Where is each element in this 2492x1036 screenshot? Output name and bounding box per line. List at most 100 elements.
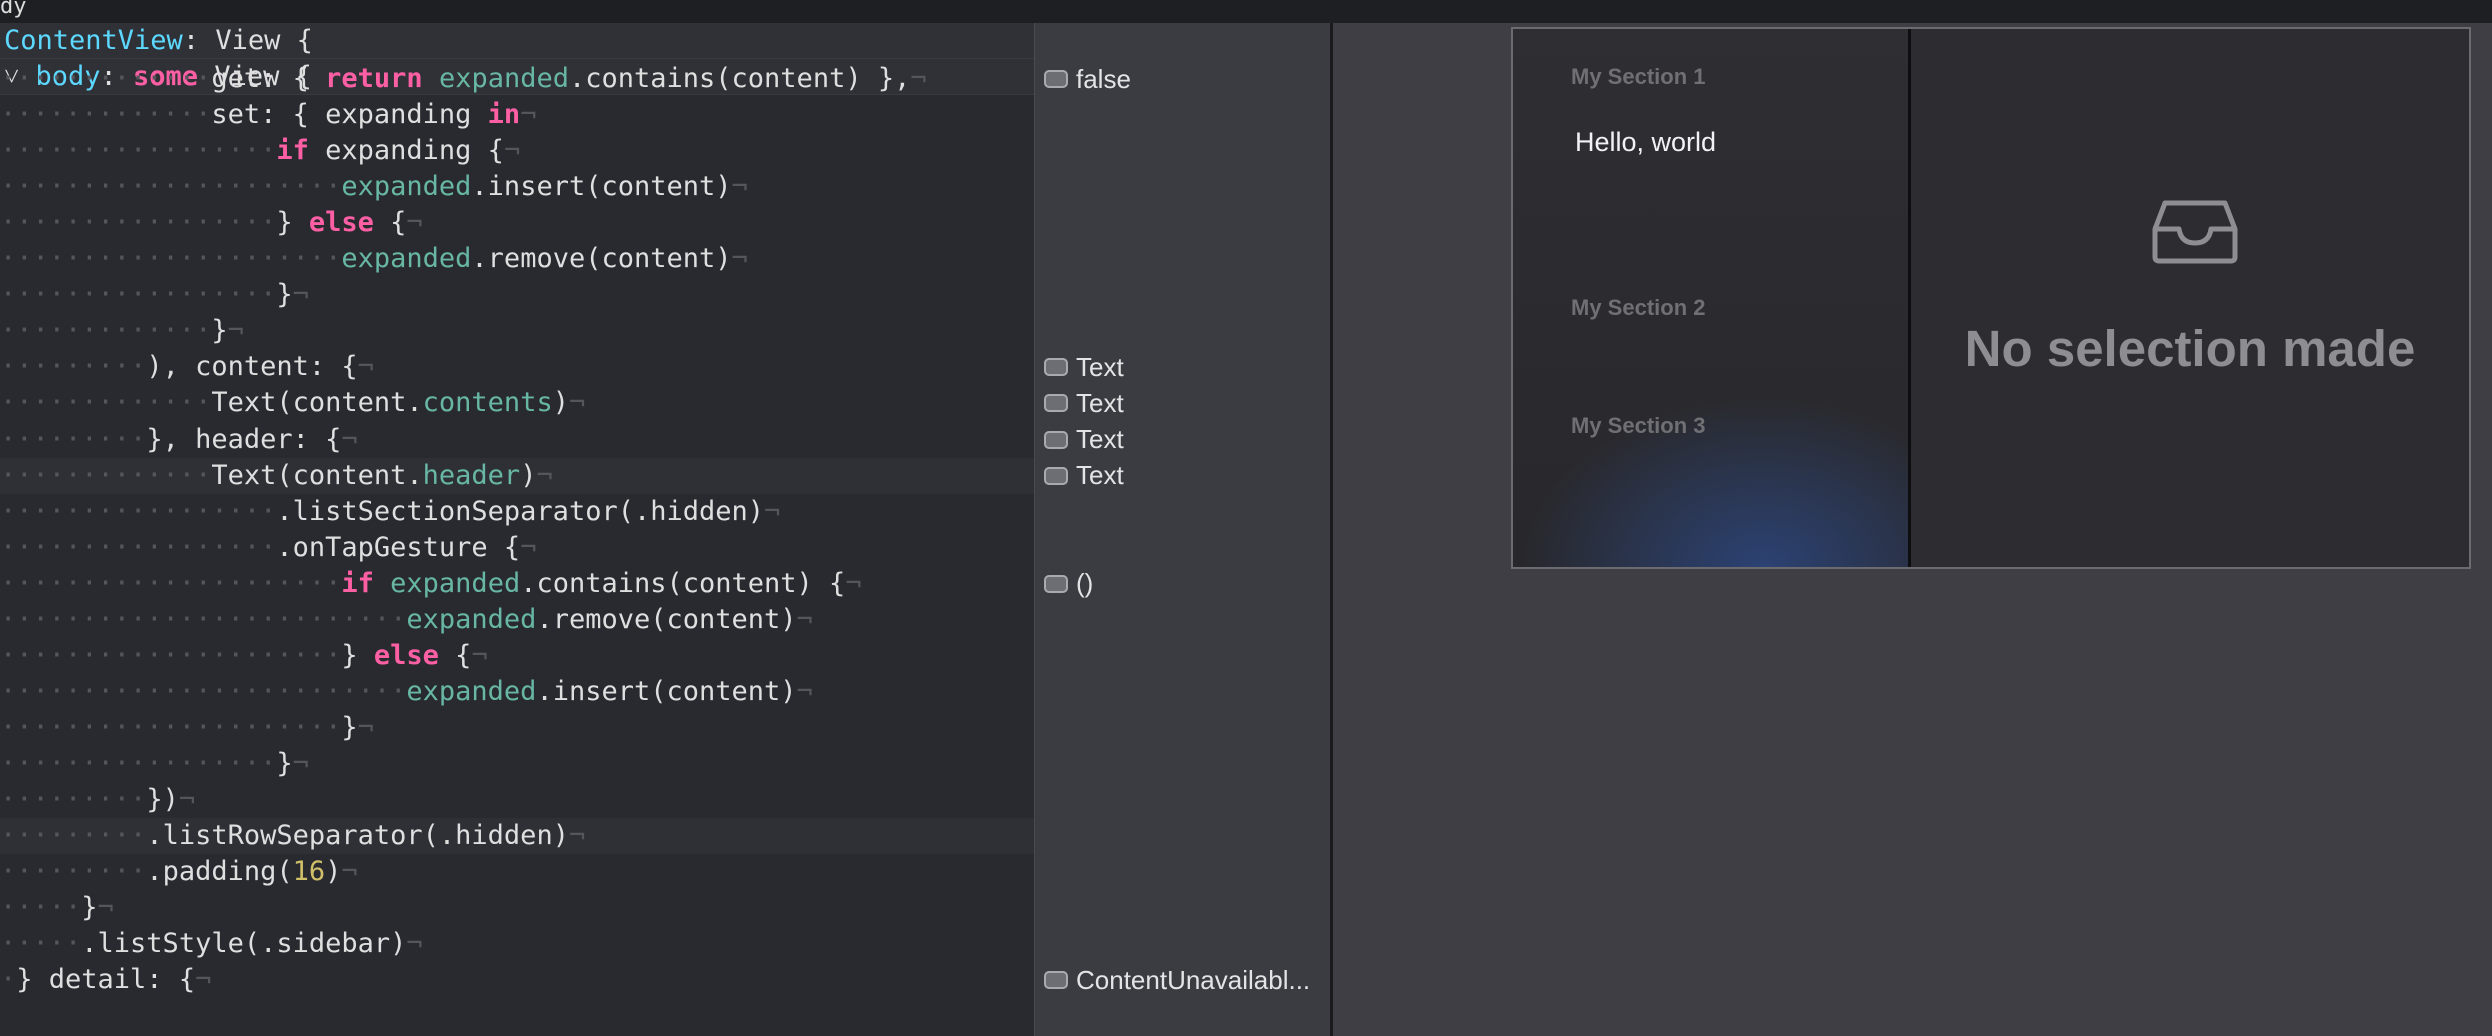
section-header-1[interactable]: My Section 1 [1571, 64, 1705, 90]
code-line[interactable]: ·························expanded.insert… [0, 674, 1034, 710]
result-label: Text [1076, 387, 1124, 418]
code-token: .listStyle(.sidebar) [81, 928, 407, 960]
code-token: } [211, 315, 228, 347]
result-toggle-icon[interactable] [1044, 466, 1068, 485]
code-line[interactable]: ·····················if expanded.contain… [0, 566, 1034, 602]
code-token: ¬ [845, 567, 862, 599]
code-line[interactable]: ·····················} else {¬ [0, 638, 1034, 674]
code-token: .insert(content) [471, 171, 732, 203]
code-line-text: ·····.listStyle(.sidebar)¬ [0, 927, 423, 961]
result-entry[interactable]: false [1044, 61, 1131, 97]
code-token: ¬ [503, 135, 521, 167]
code-line-text: ·········})¬ [0, 783, 195, 817]
code-line[interactable]: ·····}¬ [0, 890, 1034, 926]
code-line[interactable]: ·········.listRowSeparator(.hidden)¬ [0, 818, 1034, 855]
code-line[interactable]: ·············}¬ [0, 313, 1034, 349]
result-entry[interactable]: () [1044, 566, 1093, 602]
section-header-3[interactable]: My Section 3 [1571, 413, 1705, 439]
code-line[interactable]: ·············Text(content.contents)¬ [0, 385, 1034, 421]
code-line[interactable]: ·····.listStyle(.sidebar)¬ [0, 926, 1034, 962]
code-token: ¬ [568, 820, 586, 852]
result-entry[interactable]: Text [1044, 422, 1124, 458]
code-line-text: ·············get: { return expanded.cont… [0, 62, 927, 96]
code-line-text: ·················.listSectionSeparator(.… [0, 495, 780, 529]
code-token: expanded [390, 567, 521, 599]
code-line[interactable]: ·········.padding(16)¬ [0, 854, 1034, 890]
code-token: ········· [0, 856, 147, 888]
code-line[interactable]: ·················} else {¬ [0, 205, 1034, 241]
code-token: header [422, 459, 521, 491]
code-line[interactable]: ·························expanded.remove… [0, 602, 1034, 638]
result-toggle-icon[interactable] [1044, 358, 1068, 377]
code-token: expanded [341, 243, 472, 275]
code-line-text: ·····················expanded.insert(con… [0, 170, 748, 204]
preview-detail: No selection made [1911, 29, 2469, 567]
result-entry[interactable]: Text [1044, 458, 1124, 494]
code-token: · [0, 964, 17, 996]
result-toggle-icon[interactable] [1044, 70, 1068, 88]
code-token: .insert(content) [536, 675, 797, 707]
code-token: .remove(content) [471, 243, 732, 275]
code-token: ····················· [0, 171, 342, 203]
code-line[interactable]: ·············set: { expanding in¬ [0, 97, 1034, 133]
code-token: ············· [0, 63, 212, 94]
code-line[interactable]: ·················}¬ [0, 746, 1034, 782]
code-line[interactable]: ·····················expanded.remove(con… [0, 241, 1034, 277]
result-toggle-icon[interactable] [1044, 394, 1068, 413]
code-token: get: { [211, 63, 326, 94]
code-token: ¬ [471, 639, 488, 671]
result-entry[interactable]: Text [1044, 385, 1124, 421]
window-title-bar: dy [0, 0, 2492, 23]
result-toggle-icon[interactable] [1044, 971, 1068, 990]
code-line[interactable]: ·········}, header: {¬ [0, 422, 1034, 458]
code-line[interactable]: ·····················}¬ [0, 710, 1034, 746]
result-label: false [1076, 63, 1131, 94]
code-token: ························· [0, 675, 407, 707]
code-line[interactable]: ·} detail: {¬ [0, 962, 1034, 998]
result-toggle-icon[interactable] [1044, 430, 1068, 449]
code-token: ), content: { [146, 351, 358, 383]
result-label: ContentUnavailabl... [1076, 964, 1311, 995]
code-token: .padding( [146, 856, 293, 888]
code-line[interactable]: ·················}¬ [0, 277, 1034, 313]
code-token: Text(content. [211, 387, 423, 419]
code-line-text: ·············}¬ [0, 314, 244, 348]
code-token: ····· [0, 892, 82, 924]
code-token: } [341, 639, 374, 671]
code-token: .onTapGesture { [276, 531, 521, 563]
row-text-hello[interactable]: Hello, world [1575, 127, 1716, 158]
code-token: ¬ [227, 315, 244, 347]
tray-icon [2151, 199, 2239, 269]
code-token: }) [146, 784, 179, 815]
code-token: ¬ [520, 531, 537, 563]
code-line[interactable]: ·················.onTapGesture {¬ [0, 530, 1034, 566]
code-line[interactable]: ·········), content: {¬ [0, 349, 1034, 385]
code-token: return [325, 63, 423, 94]
code-line[interactable]: ·············Text(content.header)¬ [0, 457, 1034, 494]
result-toggle-icon[interactable] [1044, 574, 1068, 593]
code-line[interactable]: ·········})¬ [0, 782, 1034, 818]
code-token: : View { [182, 25, 313, 56]
code-token: ¬ [292, 747, 309, 779]
code-token: if [341, 567, 374, 599]
result-entry[interactable]: Text [1044, 349, 1124, 385]
code-token: ········· [0, 351, 147, 383]
code-token: } [276, 279, 293, 311]
code-token: } [341, 711, 358, 743]
code-line[interactable]: ·················.listSectionSeparator(.… [0, 494, 1034, 530]
preview-sidebar: My Section 1 Hello, world My Section 2 M… [1513, 29, 1911, 567]
code-line[interactable]: ·············get: { return expanded.cont… [0, 61, 1034, 97]
code-token: ¬ [357, 711, 374, 743]
section-header-2[interactable]: My Section 2 [1571, 295, 1705, 321]
code-line-text: ·················if expanding {¬ [0, 134, 520, 168]
code-token: ················· [0, 135, 277, 167]
result-entry[interactable]: ContentUnavailabl... [1044, 962, 1310, 998]
code-token: ¬ [292, 279, 309, 311]
code-line[interactable]: ·················if expanding {¬ [0, 133, 1034, 169]
code-token: expanded [341, 171, 472, 203]
code-token: Text(content. [211, 459, 423, 491]
code-token: .contains(content) { [520, 567, 846, 599]
code-line[interactable]: ·····················expanded.insert(con… [0, 169, 1034, 205]
code-token: ¬ [97, 892, 114, 924]
code-token: } detail: { [16, 964, 196, 996]
